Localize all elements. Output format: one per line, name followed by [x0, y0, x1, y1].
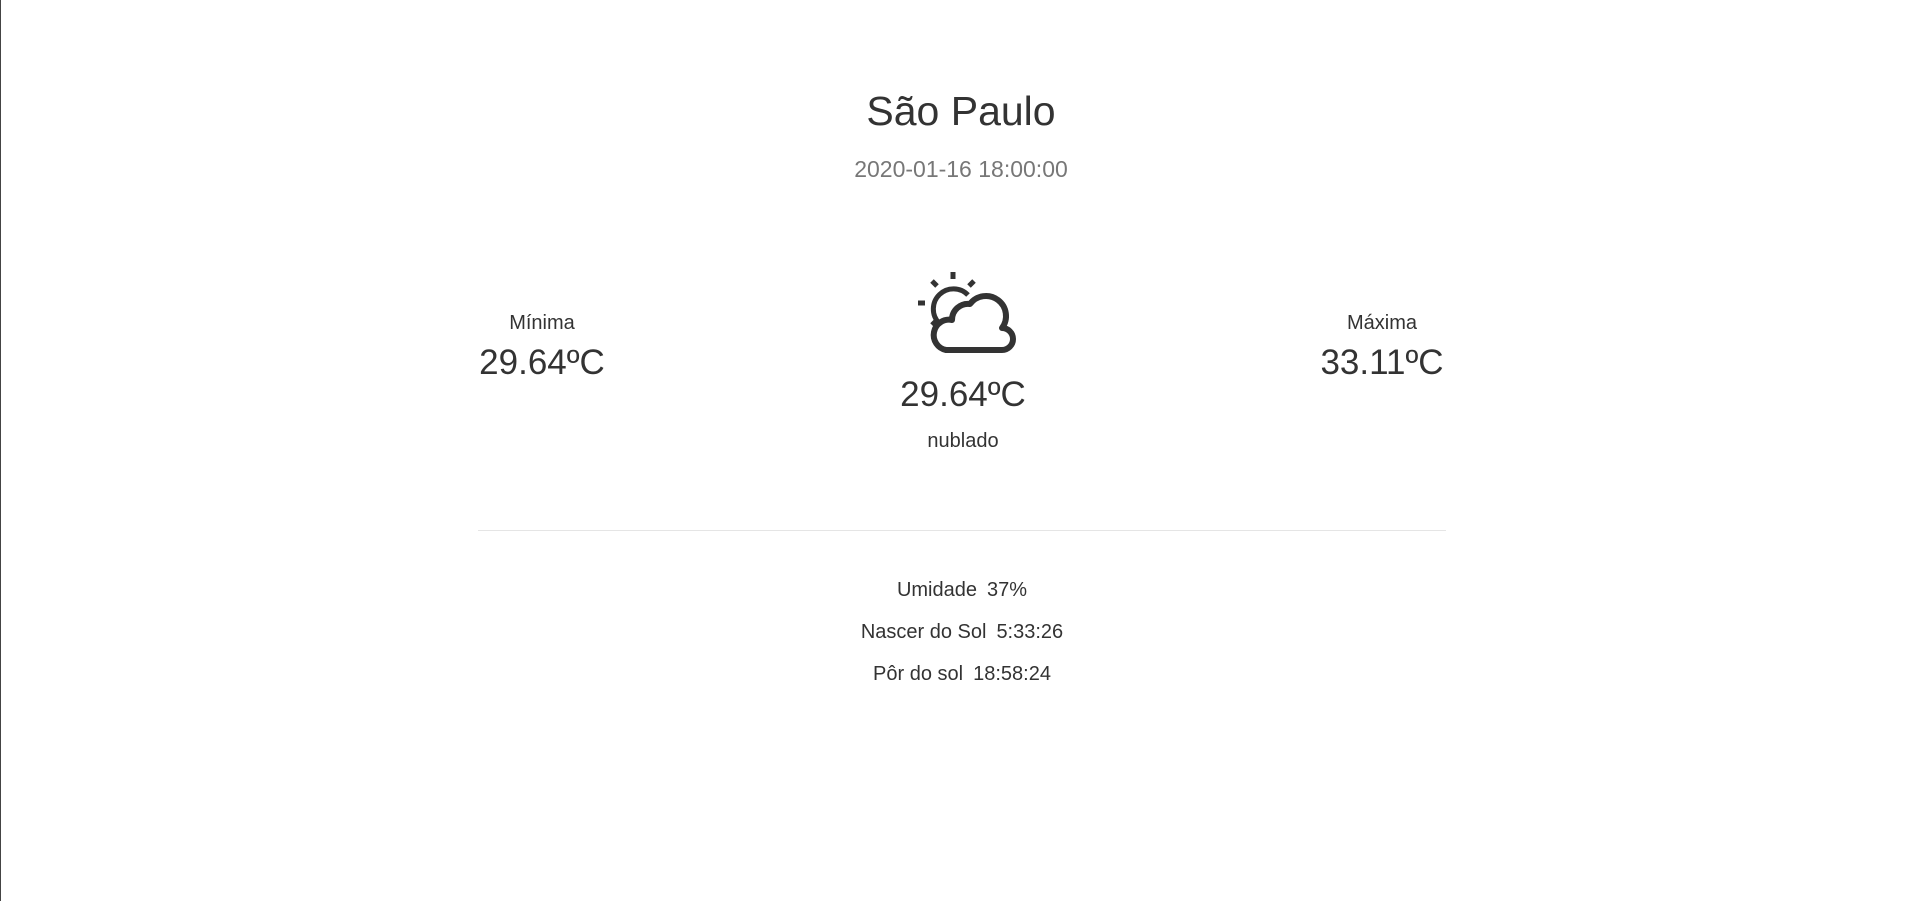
section-divider — [478, 530, 1446, 531]
partly-cloudy-icon — [910, 268, 1020, 358]
city-title: São Paulo — [866, 88, 1056, 134]
weather-page: São Paulo 2020-01-16 18:00:00 Mínima 29.… — [0, 0, 1920, 901]
weather-condition: nublado — [927, 430, 999, 452]
forecast-datetime: 2020-01-16 18:00:00 — [854, 156, 1068, 182]
humidity-label: Umidade — [896, 579, 977, 601]
sunset-row: Pôr do sol 18:58:24 — [1, 661, 1920, 703]
weather-details: Umidade 37% Nascer do Sol 5:33:26 Pôr do s… — [1, 577, 1920, 703]
min-temperature-label: Mínima — [509, 312, 575, 334]
max-temperature-block: Máxima 33.11ºC — [1317, 310, 1447, 384]
sunset-label: Pôr do sol — [873, 663, 964, 685]
sunrise-row: Nascer do Sol 5:33:26 — [1, 619, 1920, 661]
min-temperature-block: Mínima 29.64ºC — [477, 310, 607, 384]
max-temperature-label: Máxima — [1346, 312, 1417, 334]
current-temperature: 29.64ºC — [900, 375, 1026, 414]
sunset-value: 18:58:24 — [973, 663, 1051, 685]
humidity-value: 37% — [987, 579, 1028, 601]
humidity-row: Umidade 37% — [1, 577, 1920, 619]
max-temperature-value: 33.11ºC — [1320, 343, 1444, 382]
sunrise-value: 5:33:26 — [996, 621, 1064, 643]
sunrise-label: Nascer do Sol — [860, 621, 987, 643]
